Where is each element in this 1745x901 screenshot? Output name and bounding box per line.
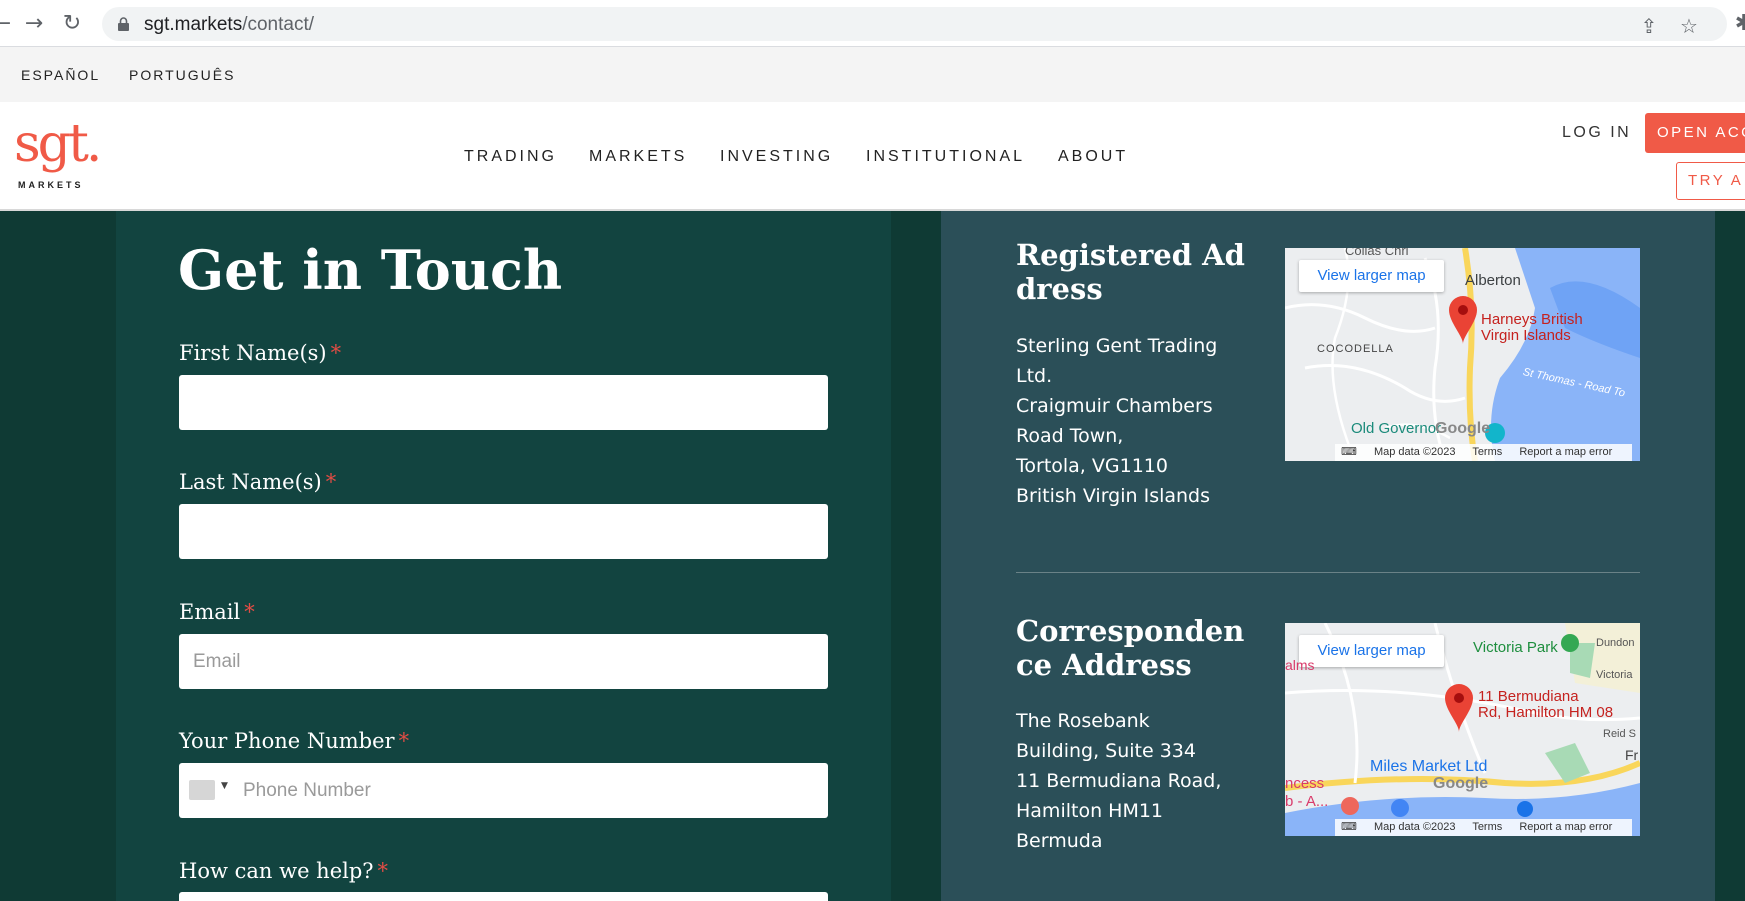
nav-trading[interactable]: TRADING	[464, 148, 557, 166]
star-icon[interactable]: ☆	[1677, 14, 1701, 38]
logo-mark: sgt.	[14, 114, 102, 174]
map-label: Old Governor	[1351, 420, 1442, 437]
email-input[interactable]	[179, 634, 828, 689]
correspondence-address-title: Correspondence Address	[1016, 614, 1245, 682]
report-map-error-link[interactable]: Report a map error	[1519, 446, 1612, 458]
map-terms-link[interactable]: Terms	[1472, 821, 1502, 833]
correspondence-map[interactable]: View larger map Victoria Park Dundon Vic…	[1285, 623, 1640, 836]
nav-about[interactable]: ABOUT	[1058, 148, 1128, 166]
help-select[interactable]	[179, 892, 828, 901]
map-label: Fr	[1625, 747, 1639, 763]
registered-address-text: Sterling Gent Trading Ltd. Craigmuir Cha…	[1016, 335, 1218, 507]
email-label: Email *	[179, 600, 255, 624]
phone-label: Your Phone Number *	[179, 729, 410, 753]
map-label: b - A...	[1285, 793, 1329, 810]
section-divider	[1016, 572, 1640, 573]
first-name-label: First Name(s) *	[179, 341, 342, 365]
logo-subtitle: MARKETS	[18, 180, 84, 190]
nav-institutional[interactable]: INSTITUTIONAL	[866, 148, 1025, 166]
report-map-error-link[interactable]: Report a map error	[1519, 821, 1612, 833]
map-label: Reid S	[1603, 728, 1637, 740]
chevron-down-icon[interactable]: ▼	[221, 781, 228, 791]
map-label: alms	[1285, 657, 1315, 673]
phone-input[interactable]	[243, 763, 823, 818]
help-label: How can we help? *	[179, 859, 389, 883]
last-name-label: Last Name(s) *	[179, 470, 337, 494]
view-larger-map-link[interactable]: View larger map	[1299, 260, 1444, 292]
map-label: Victoria Park	[1473, 639, 1558, 656]
phone-field: ▼	[179, 763, 828, 818]
map-footer: ⌨ Map data ©2023 Terms Report a map erro…	[1335, 444, 1633, 461]
google-logo: Google	[1435, 420, 1491, 437]
map-label: Colias Chri	[1345, 248, 1409, 258]
nav-investing[interactable]: INVESTING	[720, 148, 833, 166]
map-label: Miles Market Ltd	[1370, 758, 1488, 775]
correspondence-address-text: The Rosebank Building, Suite 334 11 Berm…	[1016, 710, 1222, 852]
try-demo-button[interactable]: TRY A	[1676, 162, 1745, 200]
address-bar[interactable]: sgt.markets/contact/ ⇪ ☆	[102, 7, 1727, 41]
map-label: ncess	[1285, 775, 1325, 792]
extensions-icon[interactable]: ✱	[1730, 10, 1745, 38]
map-label: Alberton	[1465, 272, 1521, 289]
site-header: sgt. MARKETS TRADING MARKETS INVESTING I…	[0, 102, 1745, 211]
browser-toolbar: ← → ↻ sgt.markets/contact/ ⇪ ☆ ✱	[0, 0, 1745, 47]
login-link[interactable]: LOG IN	[1562, 124, 1631, 142]
map-terms-link[interactable]: Terms	[1472, 446, 1502, 458]
nav-markets[interactable]: MARKETS	[589, 148, 687, 166]
keyboard-icon[interactable]: ⌨	[1341, 821, 1357, 833]
lock-icon	[118, 17, 129, 31]
country-flag-icon[interactable]	[189, 780, 215, 800]
reload-icon[interactable]: ↻	[58, 10, 86, 38]
form-title: Get in Touch	[178, 238, 563, 302]
google-logo: Google	[1433, 775, 1489, 792]
first-name-input[interactable]	[179, 375, 828, 430]
map-label: Dundon	[1596, 637, 1635, 649]
forward-arrow-icon[interactable]: →	[20, 10, 48, 38]
last-name-input[interactable]	[179, 504, 828, 559]
registered-address-title: Registered Address	[1016, 238, 1245, 306]
map-place-label: 11 Bermudiana Rd, Hamilton HM 08	[1478, 688, 1614, 721]
view-larger-map-link[interactable]: View larger map	[1299, 635, 1444, 667]
map-place-label: Harneys British Virgin Islands	[1481, 311, 1583, 344]
registered-map[interactable]: View larger map Alberton COCODELLA Harne…	[1285, 248, 1640, 461]
language-bar: ESPAÑOL PORTUGUÊS	[0, 47, 1745, 102]
open-account-button[interactable]: OPEN ACC	[1645, 113, 1745, 153]
share-icon[interactable]: ⇪	[1637, 14, 1661, 38]
url-text: sgt.markets/contact/	[144, 14, 315, 35]
lang-portugues-link[interactable]: PORTUGUÊS	[129, 67, 235, 83]
lang-espanol-link[interactable]: ESPAÑOL	[21, 67, 100, 83]
keyboard-icon[interactable]: ⌨	[1341, 446, 1357, 458]
map-label: COCODELLA	[1317, 343, 1394, 355]
map-label: Victoria	[1596, 669, 1633, 681]
back-arrow-icon[interactable]: ←	[0, 10, 16, 38]
map-footer: ⌨ Map data ©2023 Terms Report a map erro…	[1335, 819, 1633, 836]
